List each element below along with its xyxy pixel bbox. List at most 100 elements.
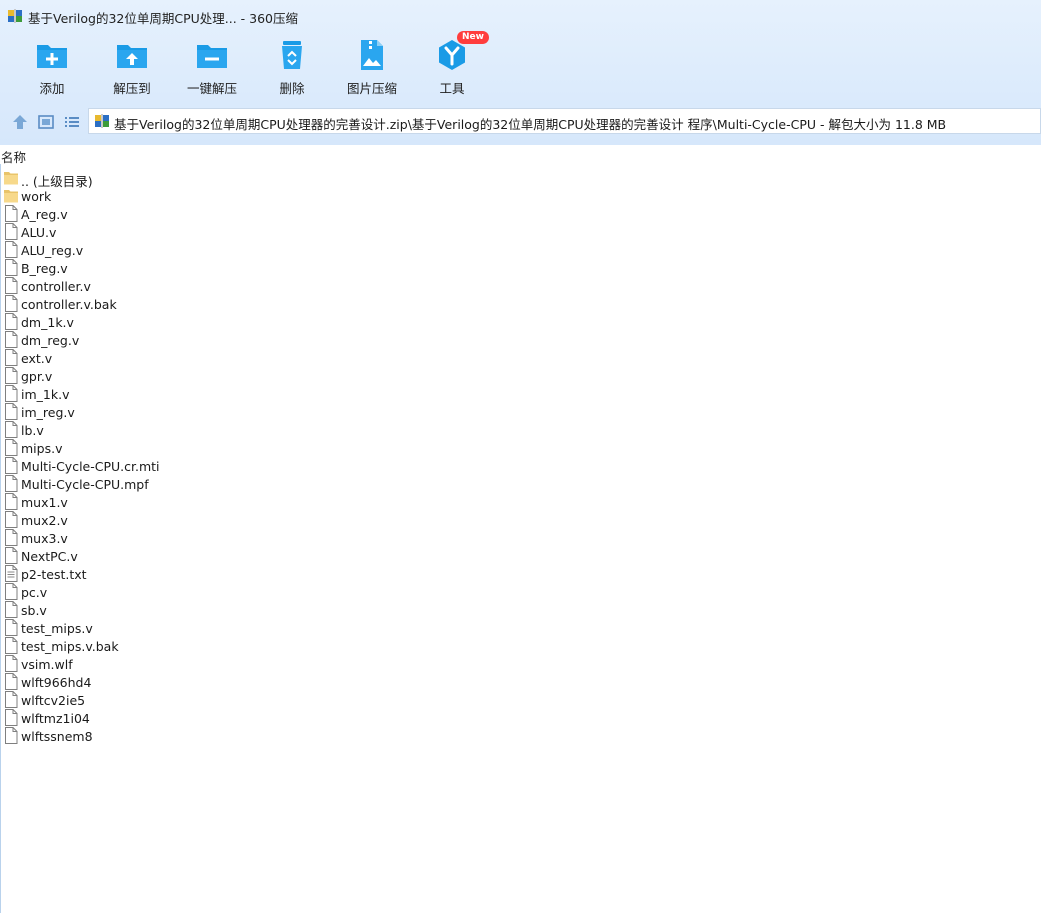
one-click-extract-label: 一键解压: [186, 81, 237, 96]
list-item-name: vsim.wlf: [21, 657, 73, 672]
list-item-name: test_mips.v: [21, 621, 93, 636]
list-item[interactable]: Multi-Cycle-CPU.mpf: [0, 475, 1041, 493]
list-item[interactable]: pc.v: [0, 583, 1041, 601]
list-item[interactable]: wlftcv2ie5: [0, 691, 1041, 709]
add-button[interactable]: 添加: [12, 34, 92, 100]
file-icon: [5, 457, 18, 474]
extract-to-label: 解压到: [113, 81, 151, 96]
list-item[interactable]: p2-test.txt: [0, 565, 1041, 583]
list-item[interactable]: controller.v: [0, 277, 1041, 295]
list-item-name: dm_1k.v: [21, 315, 74, 330]
list-item-name: mux2.v: [21, 513, 68, 528]
delete-button[interactable]: 删除: [252, 34, 332, 100]
list-item[interactable]: NextPC.v: [0, 547, 1041, 565]
column-header: 名称: [0, 146, 1041, 166]
file-icon: [5, 583, 18, 600]
list-item[interactable]: wlftmz1i04: [0, 709, 1041, 727]
list-item[interactable]: ALU_reg.v: [0, 241, 1041, 259]
list-item-name: A_reg.v: [21, 207, 68, 222]
list-item[interactable]: lb.v: [0, 421, 1041, 439]
list-item[interactable]: .. (上级目录): [0, 169, 1041, 189]
list-item-name: mux3.v: [21, 531, 68, 546]
list-item[interactable]: ext.v: [0, 349, 1041, 367]
file-icon: [5, 349, 18, 366]
list-item-name: B_reg.v: [21, 261, 68, 276]
list-item-name: ext.v: [21, 351, 53, 366]
list-item-name: sb.v: [21, 603, 47, 618]
list-item-name: im_reg.v: [21, 405, 75, 420]
list-item[interactable]: B_reg.v: [0, 259, 1041, 277]
file-icon: [5, 511, 18, 528]
extract-to-button[interactable]: 解压到: [92, 34, 172, 100]
archive-icon: [8, 9, 22, 23]
list-item[interactable]: mux3.v: [0, 529, 1041, 547]
list-item-name: wlftssnem8: [21, 729, 93, 744]
tools-button[interactable]: New 工具: [412, 31, 492, 100]
image-compress-icon: [361, 40, 383, 70]
list-item-name: gpr.v: [21, 369, 53, 384]
file-icon: [5, 331, 18, 348]
list-item-name: ALU.v: [21, 225, 57, 240]
list-item[interactable]: sb.v: [0, 601, 1041, 619]
window-title: 基于Verilog的32位单周期CPU处理... - 360压缩: [28, 11, 298, 26]
list-item[interactable]: mips.v: [0, 439, 1041, 457]
one-click-extract-button[interactable]: 一键解压: [172, 34, 252, 100]
file-icon: [5, 709, 18, 726]
list-item[interactable]: Multi-Cycle-CPU.cr.mti: [0, 457, 1041, 475]
list-item[interactable]: mux2.v: [0, 511, 1041, 529]
list-item[interactable]: dm_1k.v: [0, 313, 1041, 331]
list-item[interactable]: vsim.wlf: [0, 655, 1041, 673]
list-item[interactable]: ALU.v: [0, 223, 1041, 241]
one-click-extract-icon: [197, 45, 227, 68]
file-icon: [5, 241, 18, 258]
column-name-header[interactable]: 名称: [1, 147, 26, 166]
address-bar[interactable]: 基于Verilog的32位单周期CPU处理器的完善设计.zip\基于Verilo…: [88, 108, 1041, 134]
image-compress-button[interactable]: 图片压缩: [332, 34, 412, 100]
recycle-bin-icon: [282, 41, 302, 69]
file-icon: [5, 259, 18, 276]
navigation-row: 基于Verilog的32位单周期CPU处理器的完善设计.zip\基于Verilo…: [0, 108, 1041, 136]
list-item-name: mux1.v: [21, 495, 68, 510]
list-item[interactable]: test_mips.v: [0, 619, 1041, 637]
list-item[interactable]: gpr.v: [0, 367, 1041, 385]
list-view-icon[interactable]: [63, 113, 81, 131]
list-item[interactable]: A_reg.v: [0, 205, 1041, 223]
file-icon: [5, 277, 18, 294]
list-item[interactable]: test_mips.v.bak: [0, 637, 1041, 655]
file-icon: [5, 655, 18, 672]
text-file-icon: [5, 565, 18, 582]
file-icon: [5, 403, 18, 420]
list-item-name: mips.v: [21, 441, 63, 456]
delete-label: 删除: [279, 81, 305, 96]
image-compress-label: 图片压缩: [346, 81, 397, 96]
list-item[interactable]: im_reg.v: [0, 403, 1041, 421]
list-item[interactable]: im_1k.v: [0, 385, 1041, 403]
list-item-name: ALU_reg.v: [21, 243, 84, 258]
list-item-name: wlftcv2ie5: [21, 693, 86, 708]
address-path: 基于Verilog的32位单周期CPU处理器的完善设计.zip\基于Verilo…: [114, 117, 947, 132]
toolbar: 添加 解压到 一键解压 删除 图片压缩 New 工具: [0, 31, 1041, 102]
file-icon: [5, 637, 18, 654]
list-item[interactable]: mux1.v: [0, 493, 1041, 511]
up-arrow-icon[interactable]: [11, 113, 29, 131]
new-badge: New: [457, 31, 489, 44]
file-icon: [5, 619, 18, 636]
folder-icon: [4, 172, 18, 185]
list-item-name: controller.v: [21, 279, 91, 294]
list-item[interactable]: wlftssnem8: [0, 727, 1041, 745]
file-icon: [5, 673, 18, 690]
list-item[interactable]: dm_reg.v: [0, 331, 1041, 349]
file-icon: [5, 691, 18, 708]
list-item-name: NextPC.v: [21, 549, 78, 564]
archive-icon: [95, 114, 109, 128]
list-item-name: im_1k.v: [21, 387, 70, 402]
add-label: 添加: [39, 81, 65, 96]
list-item[interactable]: wlft966hd4: [0, 673, 1041, 691]
file-icon: [5, 493, 18, 510]
file-icon: [5, 547, 18, 564]
thumbnail-view-icon[interactable]: [37, 113, 55, 131]
file-icon: [5, 223, 18, 240]
file-icon: [5, 439, 18, 456]
list-item[interactable]: controller.v.bak: [0, 295, 1041, 313]
list-item[interactable]: work: [0, 187, 1041, 205]
